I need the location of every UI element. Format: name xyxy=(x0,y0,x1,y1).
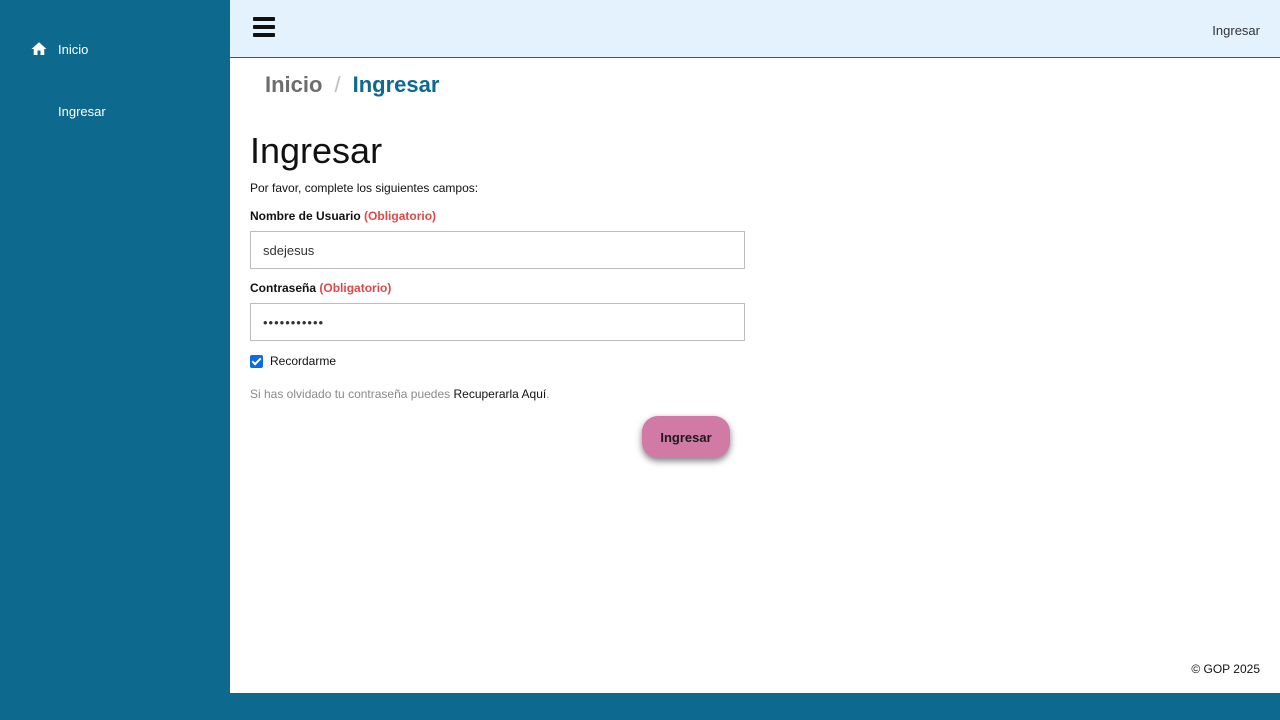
form-intro: Por favor, complete los siguientes campo… xyxy=(250,181,479,195)
required-tag: (Obligatorio) xyxy=(364,209,437,223)
hamburger-icon[interactable] xyxy=(252,16,276,38)
username-input[interactable] xyxy=(250,231,745,269)
password-input[interactable] xyxy=(250,303,745,341)
home-icon xyxy=(30,40,48,58)
topbar: Ingresar xyxy=(230,0,1280,58)
sidebar-item-label: Inicio xyxy=(58,41,89,57)
breadcrumb-home[interactable]: Inicio xyxy=(265,72,322,98)
password-label: Contraseña (Obligatorio) xyxy=(250,281,392,295)
sidebar-item-ingresar[interactable]: Ingresar xyxy=(30,102,106,120)
footer-copyright: © GOP 2025 xyxy=(1191,662,1260,676)
sidebar: Inicio Ingresar xyxy=(0,0,230,720)
recover-password-link[interactable]: Recuperarla Aquí xyxy=(453,387,546,401)
sidebar-item-inicio[interactable]: Inicio xyxy=(30,40,88,58)
remember-checkbox[interactable] xyxy=(250,354,263,368)
remember-me: Recordarme xyxy=(250,354,336,368)
breadcrumb-separator: / xyxy=(334,72,341,97)
main-content: Inicio / Ingresar Ingresar Por favor, co… xyxy=(230,58,1280,693)
remember-label[interactable]: Recordarme xyxy=(270,354,336,368)
breadcrumb: Inicio / Ingresar xyxy=(265,72,439,98)
topbar-login-link[interactable]: Ingresar xyxy=(1212,23,1260,38)
sidebar-item-label: Ingresar xyxy=(58,103,106,119)
recover-text: Si has olvidado tu contraseña puedes Rec… xyxy=(250,387,550,401)
required-tag: (Obligatorio) xyxy=(319,281,392,295)
login-submit-button[interactable]: Ingresar xyxy=(642,416,730,458)
page-title: Ingresar xyxy=(250,130,383,171)
username-label: Nombre de Usuario (Obligatorio) xyxy=(250,209,437,223)
breadcrumb-current: Ingresar xyxy=(352,72,440,97)
